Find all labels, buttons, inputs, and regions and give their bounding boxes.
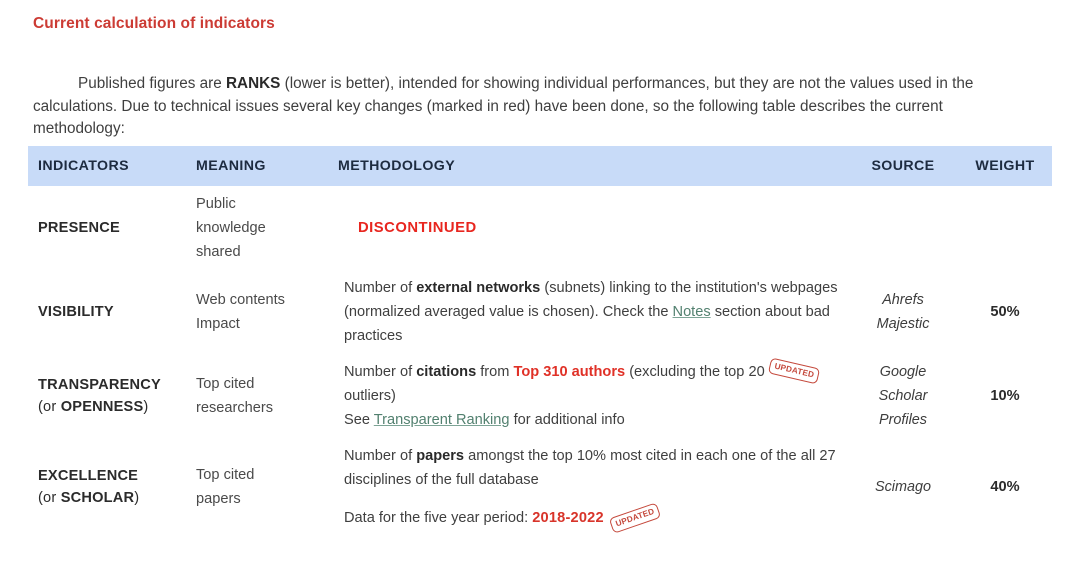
meaning-line: knowledge — [196, 220, 266, 236]
source-line: Majestic — [876, 316, 930, 332]
source-line: Scholar — [878, 388, 928, 404]
table-header-row: INDICATORS MEANING METHODOLOGY SOURCE WE… — [28, 146, 1052, 186]
column-header-methodology: METHODOLOGY — [328, 146, 848, 186]
indicator-alt-name: OPENNESS — [60, 399, 144, 415]
methodology-excellence: Number of papers amongst the top 10% mos… — [328, 438, 848, 536]
meaning-line: papers — [196, 491, 241, 507]
method-seg: Number of — [344, 448, 417, 464]
methodology-text: Number of papers amongst the top 10% mos… — [336, 444, 844, 492]
meaning-visibility: Web contents Impact — [188, 270, 328, 354]
methodology-visibility: Number of external networks (subnets) li… — [328, 270, 848, 354]
methodology-text: Number of citations from Top 310 authors… — [336, 357, 844, 408]
document-page: Current calculation of indicators Publis… — [0, 0, 1080, 573]
meaning-line: Impact — [196, 316, 240, 332]
methodology-period-line: Data for the five year period: 2018-2022… — [336, 502, 844, 534]
indicator-name-presence: PRESENCE — [38, 220, 120, 236]
source-line: Profiles — [879, 412, 927, 428]
indicator-alt-name: SCHOLAR — [60, 490, 135, 506]
weight-excellence: 40% — [990, 479, 1020, 495]
method-seg: (excluding the top 20 — [625, 364, 769, 380]
meaning-line: Top cited — [196, 467, 255, 483]
methodology-text: Number of external networks (subnets) li… — [336, 276, 844, 348]
meaning-line: shared — [196, 244, 241, 260]
meaning-presence: Public knowledge shared — [188, 186, 328, 270]
method-highlight-period: 2018-2022 — [532, 510, 604, 526]
updated-stamp-icon: UPDATED — [608, 502, 662, 534]
method-bold-papers: papers — [416, 448, 465, 464]
indicator-name-excellence: EXCELLENCE (or SCHOLAR) — [28, 438, 188, 536]
table-row: VISIBILITY Web contents Impact Number of… — [28, 270, 1052, 354]
meaning-line: Public — [196, 196, 236, 212]
method-highlight-top-authors: Top 310 authors — [513, 364, 626, 380]
indicator-name-visibility: VISIBILITY — [38, 304, 114, 320]
indicator-alt-suffix: ) — [143, 399, 149, 415]
methodology-transparency: Number of citations from Top 310 authors… — [328, 354, 848, 438]
intro-text-part1: Published figures are — [78, 75, 226, 93]
indicator-line: EXCELLENCE — [38, 468, 139, 484]
meaning-excellence: Top cited papers — [188, 438, 328, 536]
method-seg: See — [344, 412, 374, 428]
method-seg: outliers) — [344, 388, 396, 404]
table-row: EXCELLENCE (or SCHOLAR) Top cited papers… — [28, 438, 1052, 536]
weight-transparency: 10% — [990, 388, 1020, 404]
method-bold-citations: citations — [416, 364, 477, 380]
indicators-table: INDICATORS MEANING METHODOLOGY SOURCE WE… — [28, 146, 1052, 536]
source-excellence: Scimago — [848, 438, 958, 536]
table-row: PRESENCE Public knowledge shared DISCONT… — [28, 186, 1052, 270]
indicator-alt-prefix: (or — [38, 399, 61, 415]
weight-presence — [958, 186, 1052, 270]
indicator-name-transparency: TRANSPARENCY (or OPENNESS) — [28, 354, 188, 438]
notes-link[interactable]: Notes — [673, 304, 711, 320]
weight-visibility: 50% — [990, 304, 1020, 320]
method-bold-external-networks: external networks — [416, 280, 541, 296]
column-header-weight: WEIGHT — [958, 146, 1052, 186]
indicator-alt-prefix: (or — [38, 490, 61, 506]
column-header-source: SOURCE — [848, 146, 958, 186]
source-presence — [848, 186, 958, 270]
intro-bold-ranks: RANKS — [225, 75, 281, 93]
method-seg: Number of — [344, 280, 417, 296]
status-badge-discontinued: DISCONTINUED — [358, 220, 477, 236]
indicator-line: TRANSPARENCY — [38, 377, 161, 393]
method-seg: Data for the five year period: — [344, 510, 533, 526]
meaning-transparency: Top cited researchers — [188, 354, 328, 438]
indicator-alt-suffix: ) — [134, 490, 140, 506]
meaning-line: researchers — [196, 400, 274, 416]
method-seg: from — [476, 364, 514, 380]
updated-stamp-icon: UPDATED — [767, 357, 821, 385]
source-line: Ahrefs — [882, 292, 924, 308]
table-row: TRANSPARENCY (or OPENNESS) Top cited res… — [28, 354, 1052, 438]
meaning-line: Web contents — [196, 292, 285, 308]
method-seg: Number of — [344, 364, 417, 380]
methodology-presence: DISCONTINUED — [328, 186, 848, 270]
column-header-meaning: MEANING — [188, 146, 328, 186]
source-visibility: Ahrefs Majestic — [848, 270, 958, 354]
updated-stamp-wrapper: UPDATED — [767, 357, 825, 385]
method-seg: for additional info — [509, 412, 625, 428]
page-title: Current calculation of indicators — [33, 15, 275, 32]
column-header-indicators: INDICATORS — [28, 146, 188, 186]
source-line: Scimago — [875, 479, 931, 495]
source-transparency: Google Scholar Profiles — [848, 354, 958, 438]
intro-paragraph: Published figures are RANKS (lower is be… — [33, 73, 1033, 141]
methodology-extra-line: See Transparent Ranking for additional i… — [336, 408, 844, 432]
meaning-line: Top cited — [196, 376, 255, 392]
source-line: Google — [879, 364, 927, 380]
transparent-ranking-link[interactable]: Transparent Ranking — [374, 412, 510, 428]
